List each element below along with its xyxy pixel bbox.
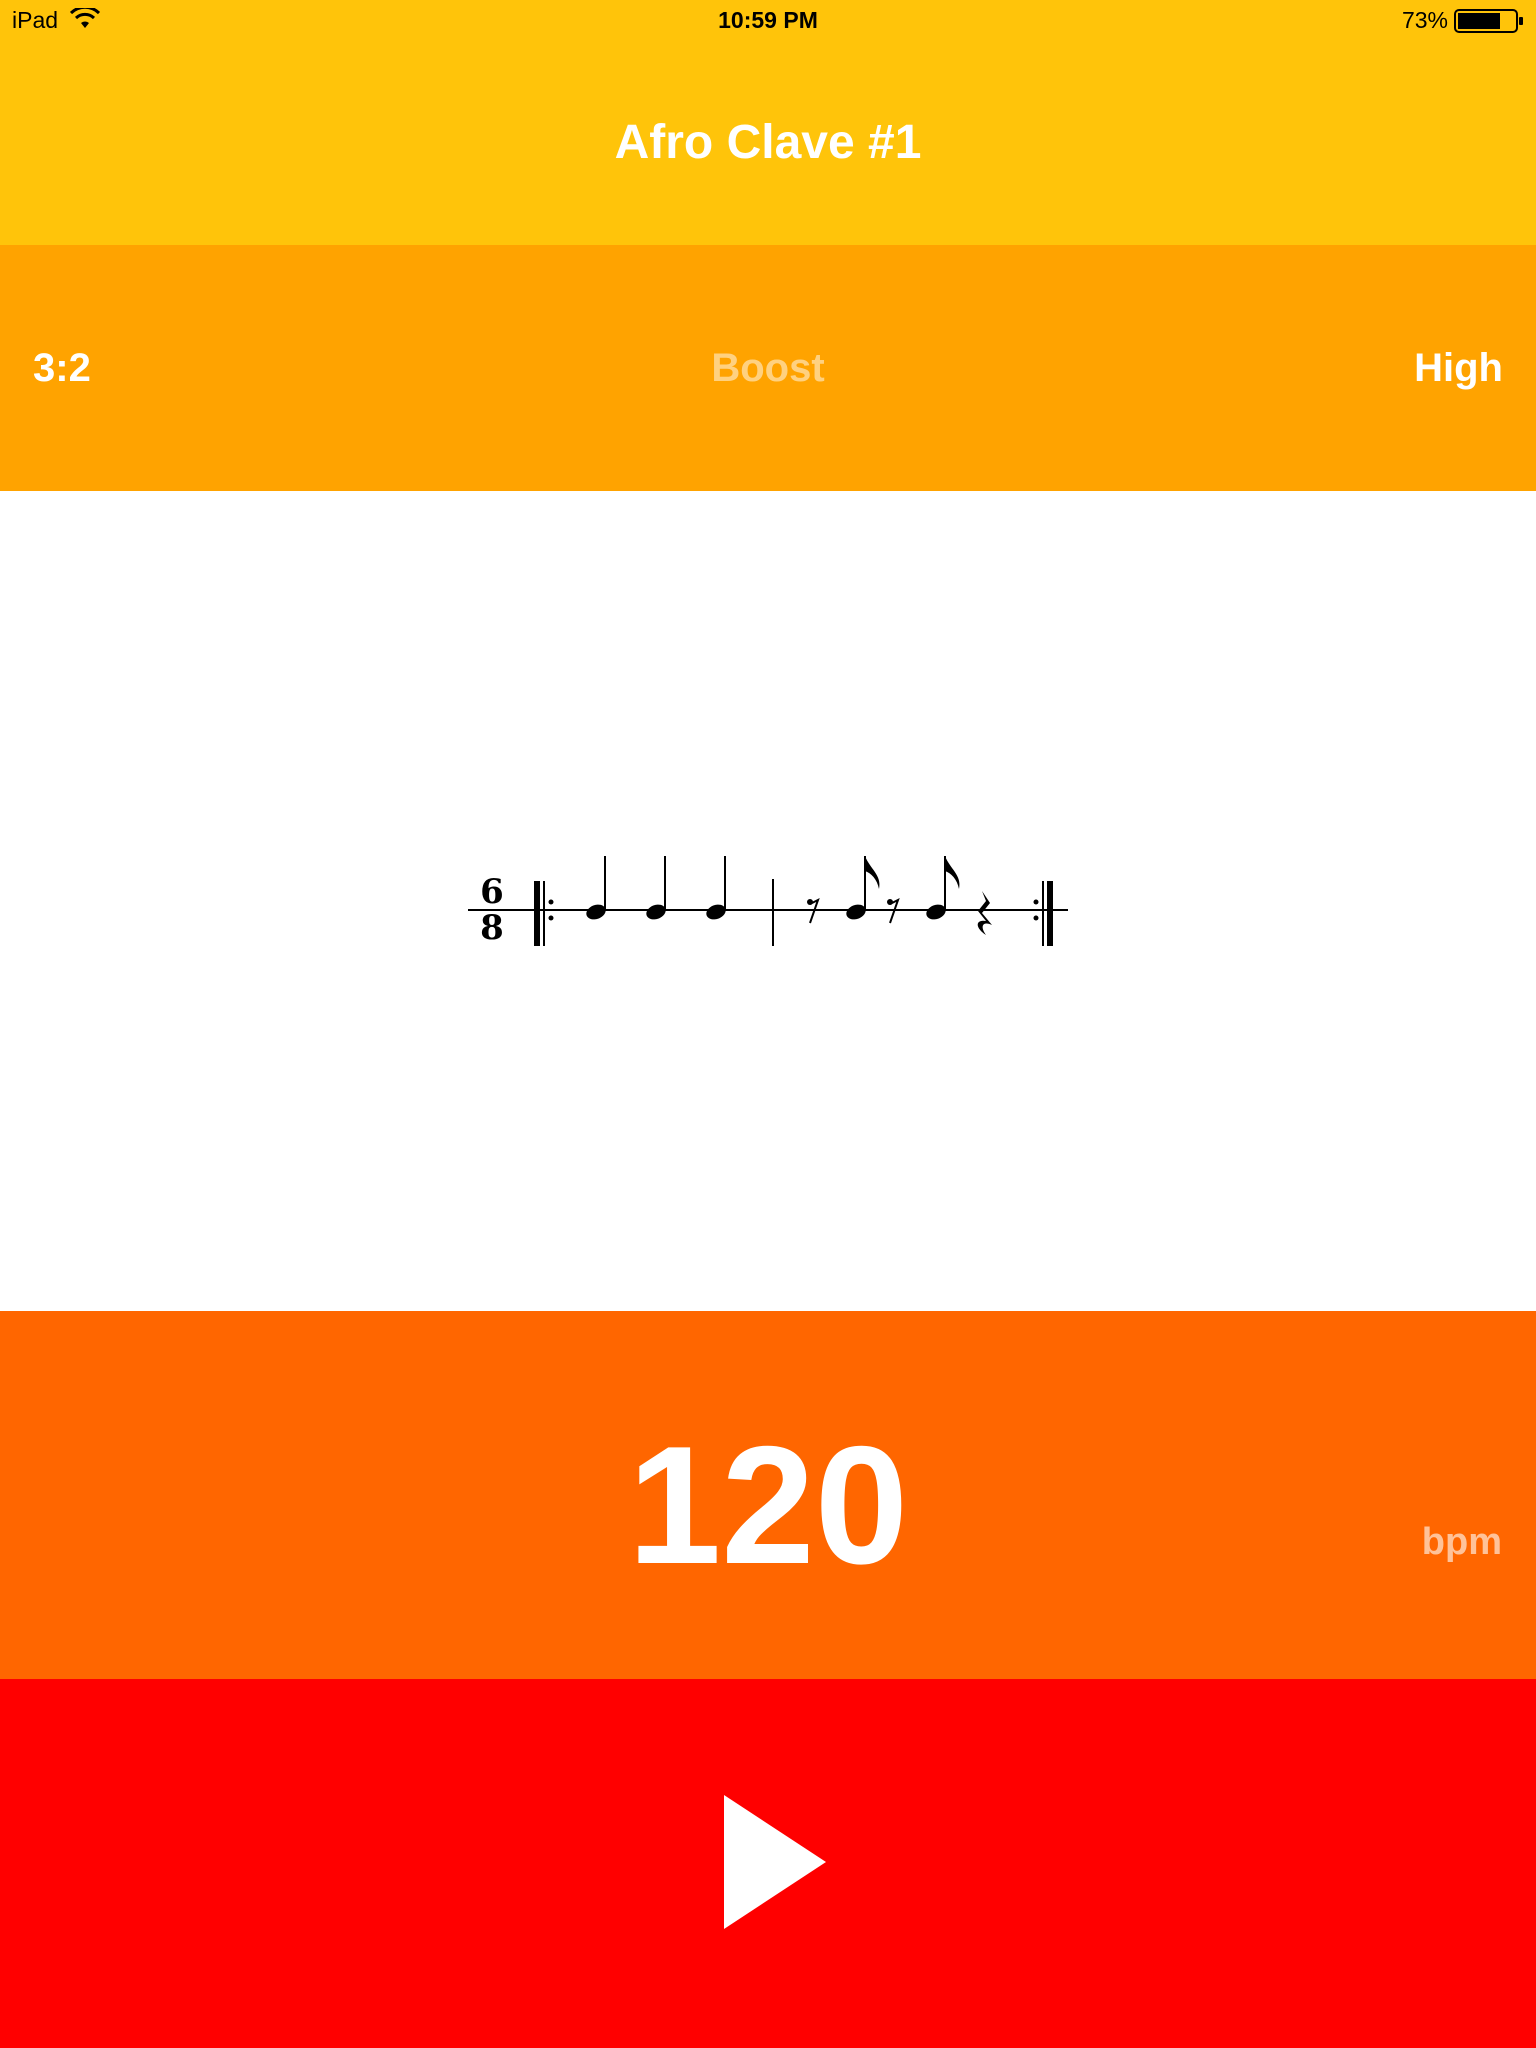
status-time: 10:59 PM (718, 7, 818, 33)
status-bar: iPad 10:59 PM 73% (0, 0, 1536, 40)
notation-area: 6 8 (0, 491, 1536, 1311)
rhythm-notation: 6 8 (468, 856, 1068, 948)
start-repeat-sign (534, 881, 554, 946)
tempo-value[interactable]: 120 (0, 1421, 1536, 1589)
eighth-note (846, 856, 880, 920)
boost-toggle[interactable]: Boost (0, 245, 1536, 491)
title-bar: Afro Clave #1 (0, 40, 1536, 245)
play-icon[interactable] (724, 1795, 826, 1929)
pitch-level-button[interactable]: High (1414, 245, 1503, 491)
play-bar[interactable] (0, 1679, 1536, 2048)
quarter-rest (977, 891, 992, 935)
quarter-note (586, 856, 606, 920)
time-signature-bottom: 8 (480, 908, 504, 948)
battery-percentage: 73% (1401, 7, 1448, 33)
battery-icon (1454, 9, 1523, 33)
pattern-title[interactable]: Afro Clave #1 (615, 115, 922, 170)
time-signature-top: 6 (480, 872, 504, 912)
tempo-unit: bpm (1421, 1521, 1502, 1563)
end-repeat-sign (1033, 881, 1053, 946)
eighth-note (926, 856, 960, 920)
quarter-note (646, 856, 666, 920)
options-bar: 3:2 Boost High (0, 245, 1536, 491)
tempo-bar[interactable]: 120 bpm (0, 1311, 1536, 1679)
quarter-note (706, 856, 726, 920)
